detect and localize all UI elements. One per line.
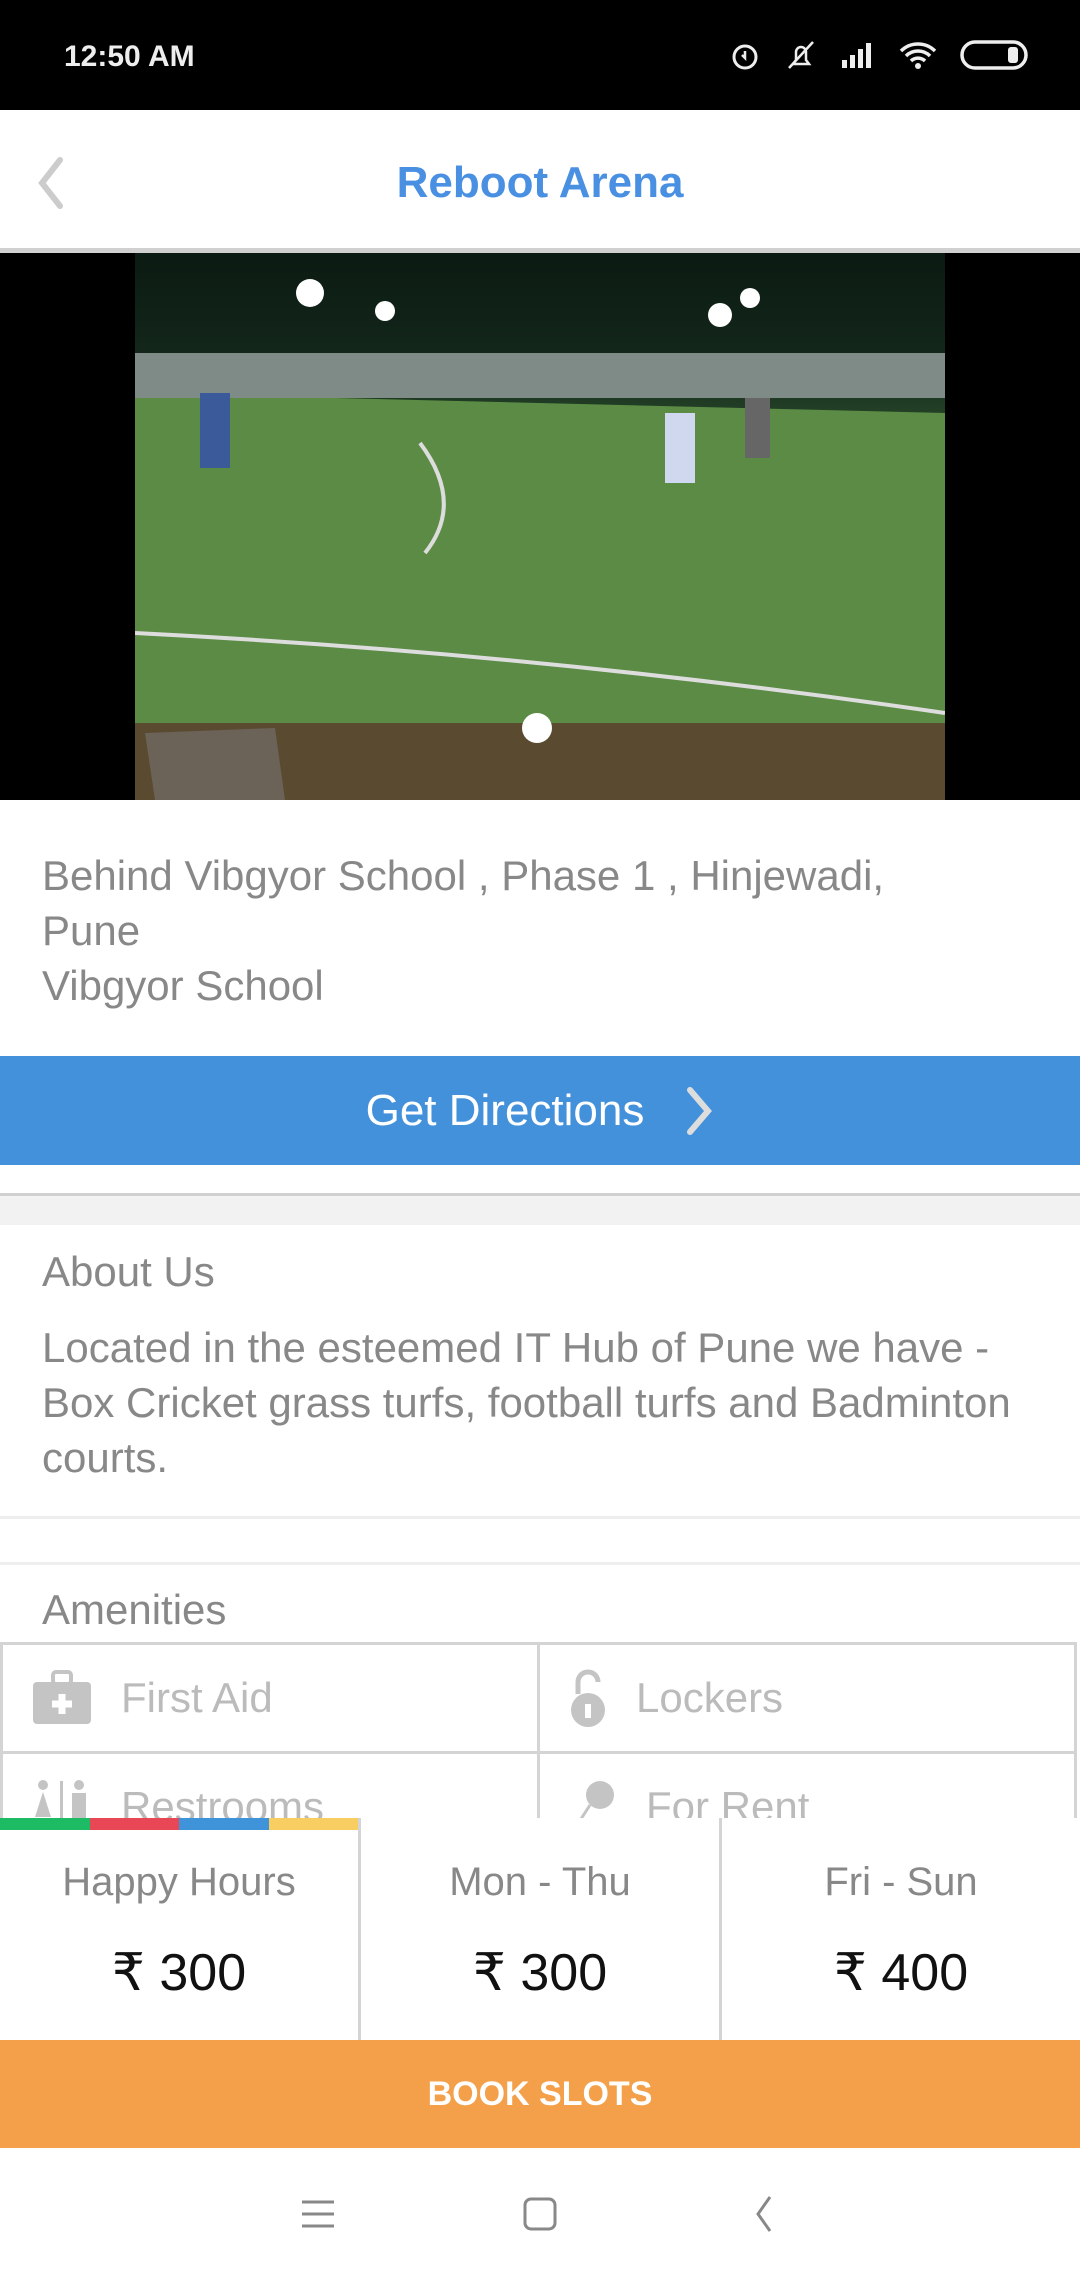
home-icon[interactable] <box>522 2196 558 2232</box>
price-happy-hours: Happy Hours ₹ 300 <box>0 1818 361 2040</box>
get-directions-label: Get Directions <box>365 1085 645 1135</box>
battery-icon <box>960 40 1028 70</box>
page-title: Reboot Arena <box>396 158 684 207</box>
restroom-icon <box>35 1780 86 1822</box>
book-slots-button[interactable]: BOOK SLOTS <box>0 2040 1080 2148</box>
color-strip <box>0 1818 358 1830</box>
menu-icon[interactable] <box>300 2198 336 2230</box>
strip-segment <box>0 1818 90 1830</box>
address-landmark: Vibgyor School <box>42 962 324 1009</box>
about-text: Located in the esteemed IT Hub of Pune w… <box>42 1324 1011 1481</box>
address-line: Pune <box>42 907 141 954</box>
price-value: ₹ 300 <box>111 1944 247 2002</box>
amenity-for-rent: For Rent <box>537 1751 1077 1822</box>
section-divider <box>0 1193 1080 1225</box>
amenity-restrooms: Restrooms <box>0 1751 540 1822</box>
amenity-label: First Aid <box>121 1674 273 1721</box>
divider <box>0 1562 1080 1565</box>
price-value: ₹ 300 <box>472 1944 608 2002</box>
about-heading: About Us <box>42 1248 215 1295</box>
back-nav-icon[interactable] <box>752 2194 776 2234</box>
address-line: Behind Vibgyor School , Phase 1 , Hinjew… <box>42 852 885 899</box>
price-fri-sun: Fri - Sun ₹ 400 <box>722 1818 1080 2040</box>
signal-icon <box>842 43 871 68</box>
system-nav-bar <box>0 2148 1080 2280</box>
amenity-label: Lockers <box>636 1674 784 1721</box>
divider <box>0 1516 1080 1519</box>
wifi-icon <box>899 42 937 69</box>
status-time: 12:50 AM <box>64 40 195 73</box>
alarm-icon <box>732 44 758 70</box>
racket-icon <box>577 1781 614 1822</box>
price-label: Mon - Thu <box>449 1860 631 1904</box>
app-header: Reboot Arena <box>0 110 1080 248</box>
strip-segment <box>179 1818 269 1830</box>
strip-segment <box>89 1818 179 1830</box>
amenity-label: For Rent <box>646 1783 810 1822</box>
get-directions-button[interactable]: Get Directions <box>0 1056 1080 1165</box>
first-aid-icon <box>33 1670 91 1724</box>
price-label: Fri - Sun <box>824 1860 978 1904</box>
chevron-right-icon <box>687 1086 713 1135</box>
carousel-dot-active[interactable] <box>522 713 552 743</box>
amenities-grid: First Aid Lockers Restrooms For Rent <box>0 1642 1080 1822</box>
amenity-first-aid: First Aid <box>0 1642 540 1754</box>
price-label: Happy Hours <box>62 1860 296 1904</box>
strip-segment <box>268 1818 358 1830</box>
price-panel: Happy Hours ₹ 300 Mon - Thu ₹ 300 Fri - … <box>0 1818 1080 2040</box>
price-value: ₹ 400 <box>833 1944 969 2002</box>
amenities-heading: Amenities <box>42 1586 227 1633</box>
amenity-lockers: Lockers <box>537 1642 1077 1754</box>
lock-icon <box>571 1669 605 1727</box>
amenity-label: Restrooms <box>121 1783 325 1822</box>
status-bar: 12:50 AM <box>0 0 1080 110</box>
image-carousel[interactable] <box>0 253 1080 800</box>
price-mon-thu: Mon - Thu ₹ 300 <box>361 1818 722 2040</box>
mute-icon <box>788 41 814 69</box>
